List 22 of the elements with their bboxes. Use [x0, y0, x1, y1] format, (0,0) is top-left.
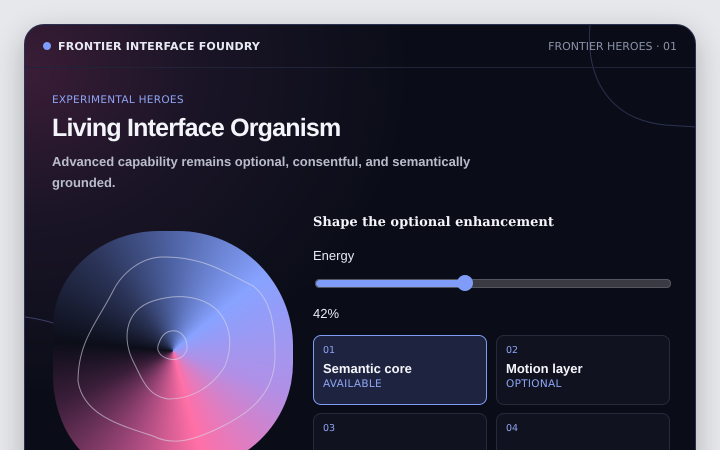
slider-reading: 42% [313, 306, 340, 321]
card-status: OPTIONAL [506, 378, 563, 390]
panel-heading: Shape the optional enhancement [313, 215, 555, 230]
card-number: 03 [323, 423, 336, 434]
option-card[interactable]: 02 Motion layer OPTIONAL [496, 335, 670, 405]
card-number: 04 [506, 423, 520, 434]
series-label: FRONTIER HEROES · 01 [548, 40, 677, 52]
card-number: 01 [323, 345, 336, 356]
hero-subtitle: Advanced capability remains optional, consentful, and semantically grounded. [52, 153, 472, 192]
card-number: 02 [506, 345, 520, 356]
slider-label: Energy [313, 248, 356, 263]
brand-name: FRONTIER INTERFACE FOUNDRY [58, 40, 260, 52]
eyebrow-label: EXPERIMENTAL HEROES [52, 94, 185, 106]
card-title: Motion layer [506, 361, 584, 376]
hero-title: Living Interface Organism [52, 114, 342, 143]
option-card[interactable]: 01 Semantic core AVAILABLE [313, 335, 487, 405]
brand-dot-icon [43, 42, 51, 50]
option-card[interactable]: 03 [313, 413, 487, 450]
slider-thumb[interactable] [456, 275, 473, 291]
card-status: AVAILABLE [323, 378, 383, 390]
card-title: Semantic core [323, 361, 413, 376]
option-card[interactable]: 04 [496, 413, 670, 450]
